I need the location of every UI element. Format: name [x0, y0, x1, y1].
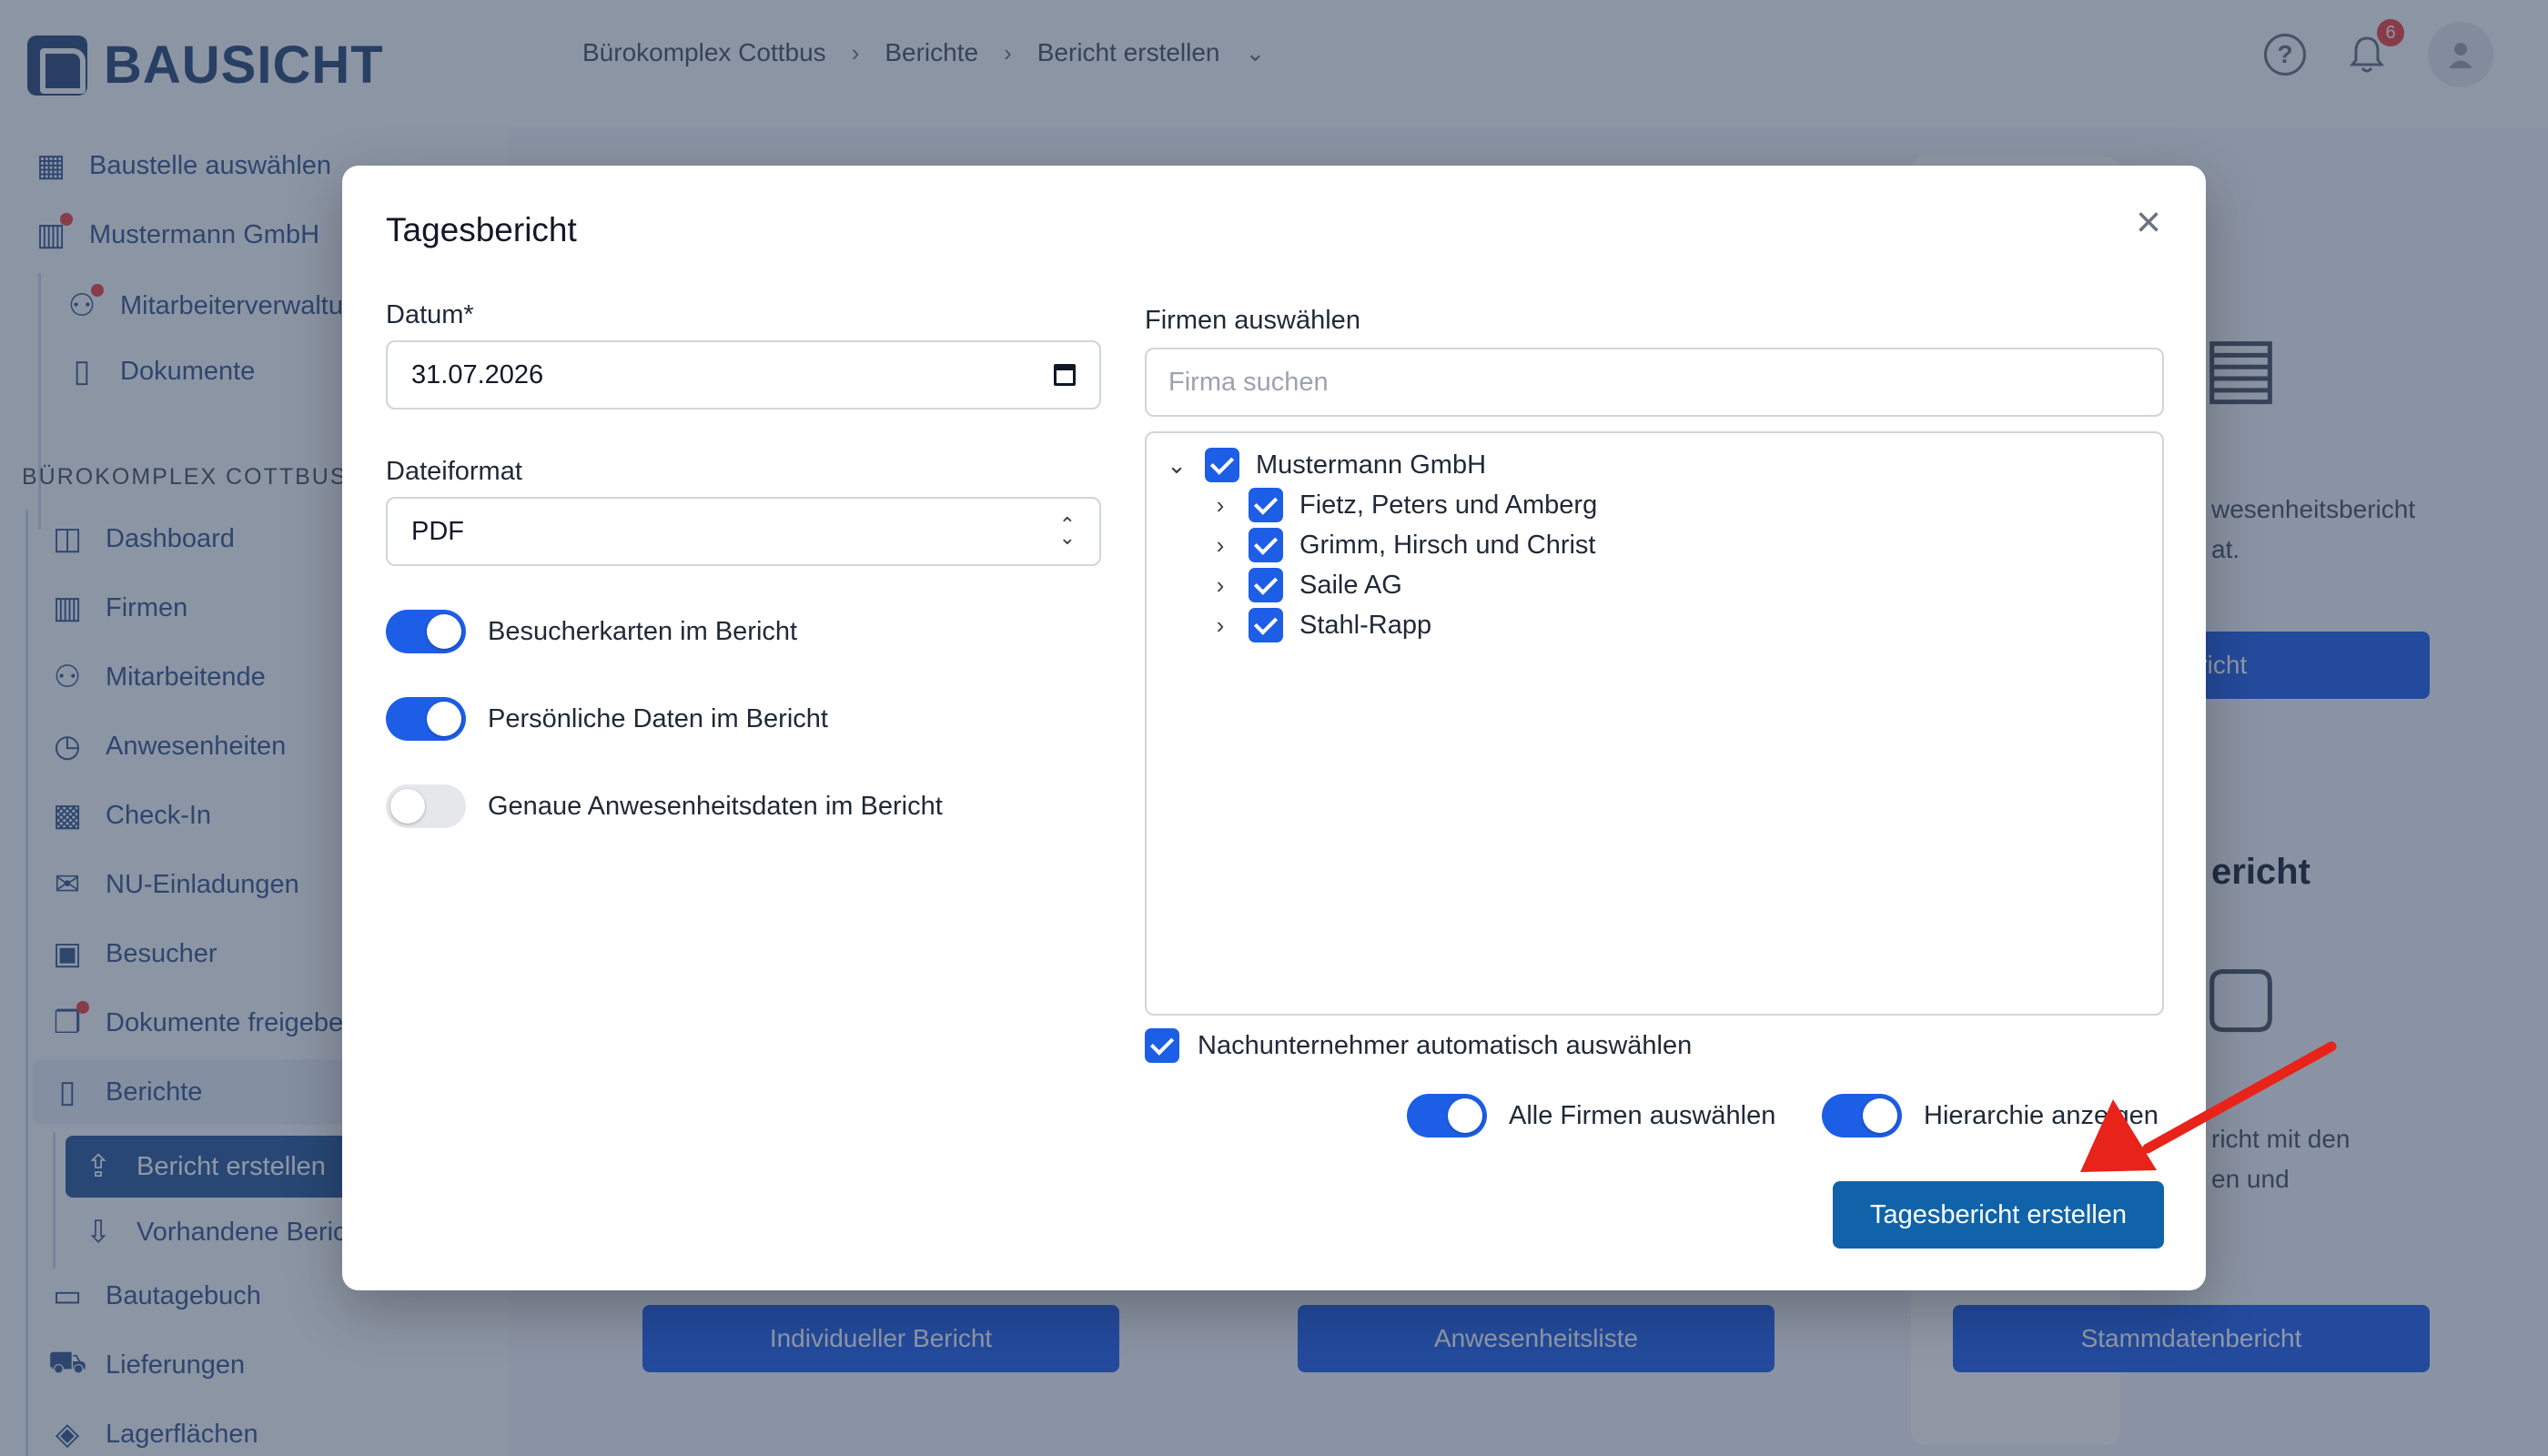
toggle-visitor-cards[interactable]: Besucherkarten im Bericht [386, 610, 797, 653]
tree-label: Saile AG [1299, 570, 1402, 600]
tree-label: Mustermann GmbH [1256, 450, 1487, 480]
tree-row[interactable]: › Fietz, Peters und Amberg [1208, 488, 1597, 522]
daily-report-modal: Tagesbericht × Datum* 31.07.2026 Dateifo… [342, 166, 2206, 1290]
toggle-exact-attendance[interactable]: Genaue Anwesenheitsdaten im Bericht [386, 784, 943, 828]
toggle-label: Besucherkarten im Bericht [488, 616, 798, 646]
toggle-label: Alle Firmen auswählen [1509, 1100, 1776, 1130]
close-icon[interactable]: × [2126, 200, 2171, 246]
chevron-right-icon[interactable]: › [1208, 491, 1232, 520]
checkbox-checked[interactable] [1249, 528, 1283, 562]
tree-label: Stahl-Rapp [1299, 610, 1432, 640]
calendar-icon[interactable] [1054, 364, 1076, 386]
tree-row[interactable]: › Grimm, Hirsch und Christ [1208, 528, 1596, 562]
toggle-switch-off[interactable] [386, 784, 466, 828]
modal-title: Tagesbericht [386, 211, 577, 248]
company-search-input[interactable] [1145, 348, 2164, 417]
format-select[interactable]: PDF ⌃ ⌄ [386, 497, 1101, 566]
date-label: Datum* [386, 300, 474, 329]
create-daily-report-button[interactable]: Tagesbericht erstellen [1833, 1181, 2164, 1249]
chevron-right-icon[interactable]: › [1208, 612, 1232, 640]
toggle-switch-on[interactable] [386, 610, 466, 653]
toggle-select-all[interactable]: Alle Firmen auswählen [1407, 1094, 1775, 1138]
toggle-label: Genaue Anwesenheitsdaten im Bericht [488, 791, 943, 821]
tree-label: Fietz, Peters und Amberg [1299, 490, 1598, 520]
checkbox-checked[interactable] [1249, 568, 1283, 602]
checkbox-checked[interactable] [1249, 488, 1283, 522]
chevron-right-icon[interactable]: › [1208, 571, 1232, 600]
auto-select-subcontractors[interactable]: Nachunternehmer automatisch auswählen [1145, 1028, 1692, 1063]
format-label: Dateiformat [386, 457, 522, 486]
date-field[interactable]: 31.07.2026 [386, 340, 1101, 410]
toggle-label: Persönliche Daten im Bericht [488, 703, 828, 733]
companies-label: Firmen auswählen [1145, 306, 1360, 335]
chevron-updown-icon: ⌃ ⌄ [1058, 513, 1076, 549]
toggle-switch-on[interactable] [1407, 1094, 1487, 1138]
chevron-right-icon[interactable]: › [1208, 531, 1232, 560]
tree-row[interactable]: › Stahl-Rapp [1208, 608, 1431, 642]
checkbox-checked[interactable] [1249, 608, 1283, 642]
checkbox-checked[interactable] [1145, 1028, 1179, 1063]
toggle-hierarchy[interactable]: Hierarchie anzeigen [1822, 1094, 2159, 1138]
format-value: PDF [411, 516, 464, 546]
company-tree: ⌄ Mustermann GmbH › Fietz, Peters und Am… [1145, 431, 2164, 1016]
toggle-personal-data[interactable]: Persönliche Daten im Bericht [386, 697, 828, 741]
toggle-switch-on[interactable] [1822, 1094, 1902, 1138]
toggle-switch-on[interactable] [386, 697, 466, 741]
tree-row[interactable]: › Saile AG [1208, 568, 1402, 602]
checkbox-label: Nachunternehmer automatisch auswählen [1198, 1030, 1693, 1060]
tree-label: Grimm, Hirsch und Christ [1299, 530, 1596, 560]
date-value: 31.07.2026 [411, 359, 544, 389]
tree-row-root[interactable]: ⌄ Mustermann GmbH [1165, 448, 1486, 482]
chevron-down-icon[interactable]: ⌄ [1165, 451, 1188, 480]
toggle-label: Hierarchie anzeigen [1924, 1100, 2159, 1130]
checkbox-checked[interactable] [1205, 448, 1239, 482]
